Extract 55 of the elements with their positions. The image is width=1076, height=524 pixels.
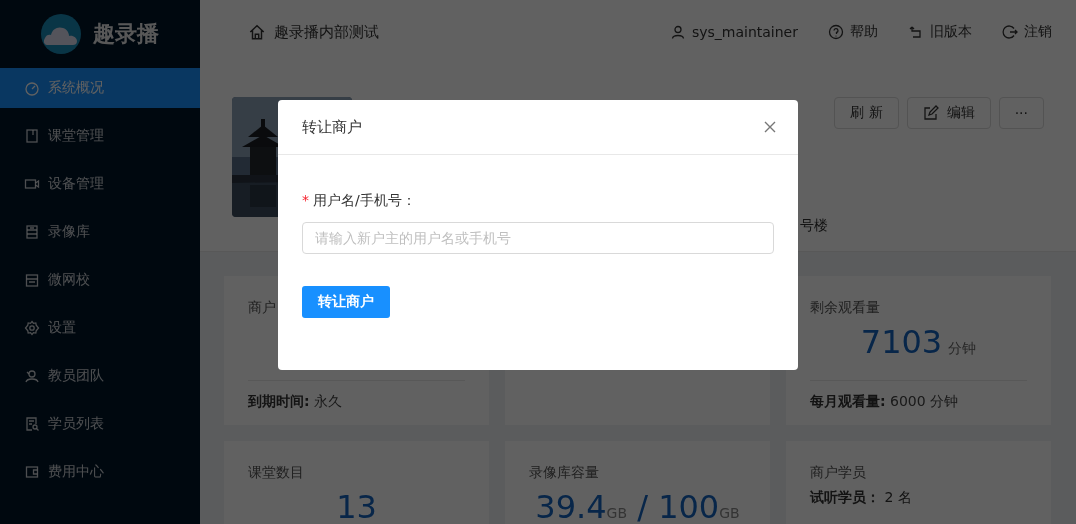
video-camera-icon xyxy=(24,176,40,192)
input-field[interactable]: 请输入新户主的用户名或手机号 xyxy=(302,222,774,254)
nav-item[interactable]: 设备管理 xyxy=(0,164,200,204)
address-text: 号楼 xyxy=(800,217,829,235)
nav-item[interactable]: 系统概况 xyxy=(0,68,200,108)
toolbar-button[interactable]: 刷 新 xyxy=(834,97,899,129)
card-title: 剩余观看量 xyxy=(810,298,880,317)
window-icon xyxy=(24,272,40,288)
home-icon xyxy=(248,23,266,41)
submit-button[interactable]: 转让商户 xyxy=(302,286,390,318)
cloud-logo-icon xyxy=(41,14,81,54)
card-footer-text: 每月观看量: 6000 分钟 xyxy=(810,393,959,409)
page-title: 趣录播内部测试 xyxy=(274,22,379,42)
nav-item[interactable]: 教员团队 xyxy=(0,356,200,396)
book-icon xyxy=(24,128,40,144)
close-icon[interactable] xyxy=(762,119,778,135)
user-icon xyxy=(669,24,686,40)
card-title: 商户学员 xyxy=(810,463,866,482)
unit-label: 分钟 xyxy=(948,340,977,356)
card-title: 课堂数目 xyxy=(248,463,304,482)
stat-value: 7103 xyxy=(860,323,943,361)
nav-item[interactable]: 微网校 xyxy=(0,260,200,300)
card-title: 商户 xyxy=(248,298,276,317)
header-link[interactable]: 注销 xyxy=(1002,23,1052,41)
separator-text: / xyxy=(636,488,649,524)
stat-value: 100 xyxy=(658,488,720,524)
nav-item[interactable]: 费用中心 xyxy=(0,452,200,492)
app-logo-text: 趣录播 xyxy=(93,20,159,48)
dialog-title: 转让商户 xyxy=(302,117,362,137)
settings-icon xyxy=(24,320,40,336)
header-link[interactable]: 帮助 xyxy=(828,23,878,41)
edit-icon xyxy=(922,105,939,121)
wallet-icon xyxy=(24,464,40,480)
person-icon xyxy=(24,368,40,384)
nav-item[interactable]: 设置 xyxy=(0,308,200,348)
header-link[interactable]: sys_maintainer xyxy=(669,23,798,41)
return-arrow-icon xyxy=(908,24,924,40)
edit-button[interactable]: 编辑 xyxy=(906,97,991,129)
help-icon xyxy=(828,24,844,40)
document-search-icon xyxy=(24,416,40,432)
gauge-icon xyxy=(24,80,40,96)
header-link[interactable]: 旧版本 xyxy=(908,23,972,41)
stat-value: 39.4 xyxy=(535,488,607,524)
required-mark: * xyxy=(302,192,309,208)
detail-text: 试听学员： 2 名 xyxy=(810,489,913,507)
nav-item[interactable]: 学员列表 xyxy=(0,404,200,444)
nav-item[interactable]: 录像库 xyxy=(0,212,200,252)
field-label: * 用户名/手机号： xyxy=(302,191,417,210)
nav-item[interactable]: 课堂管理 xyxy=(0,116,200,156)
stat-value: 13 xyxy=(336,488,377,524)
cabinet-icon xyxy=(24,224,40,240)
card-title: 录像库容量 xyxy=(529,463,599,482)
toolbar-button[interactable]: ··· xyxy=(998,97,1044,129)
logout-icon xyxy=(1002,24,1018,40)
card-footer-text: 到期时间: 永久 xyxy=(248,393,343,409)
